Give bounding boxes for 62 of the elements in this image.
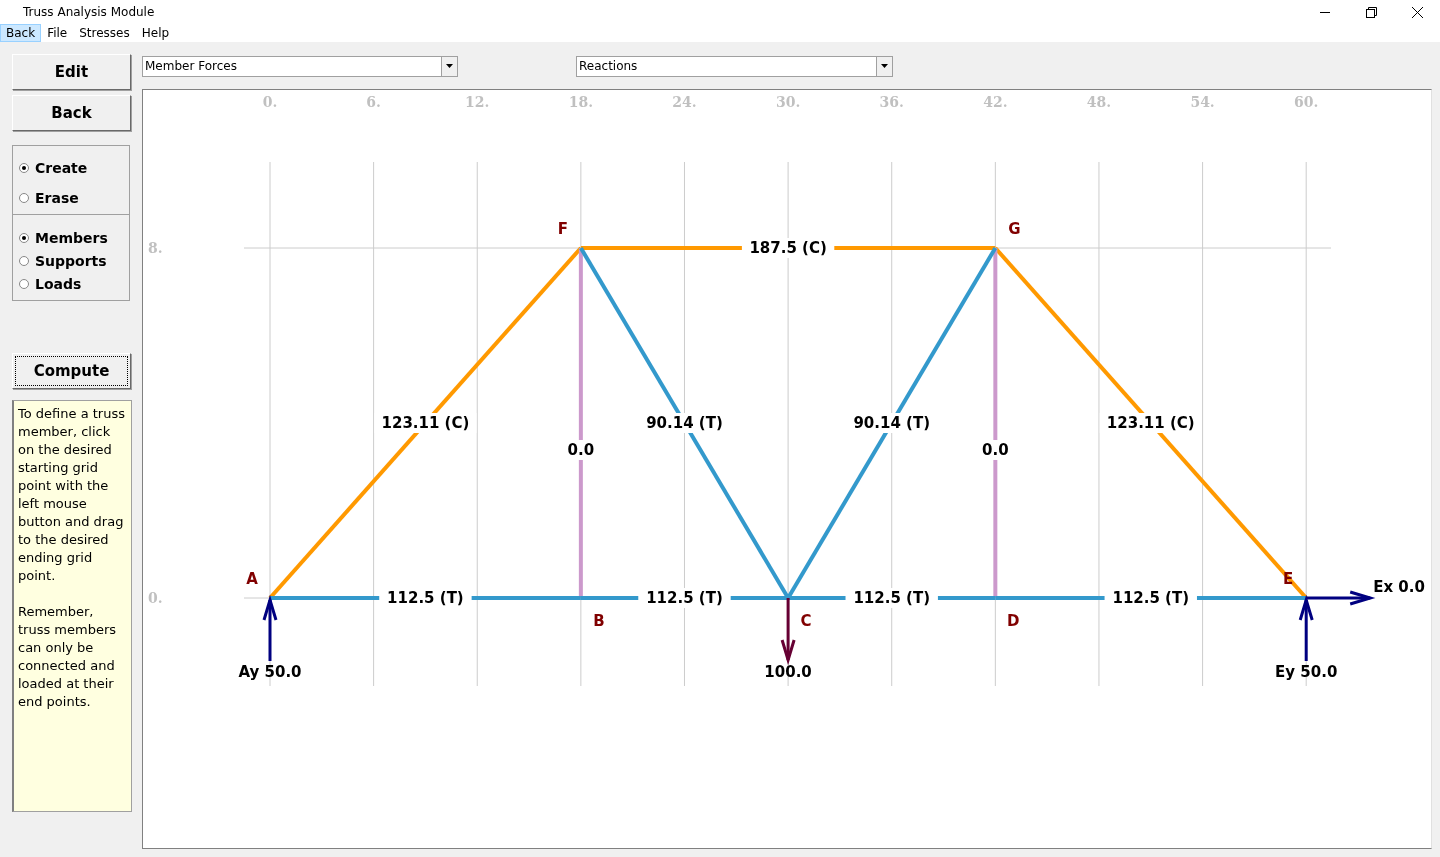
node-label: F bbox=[557, 220, 568, 238]
x-axis-tick-label: 48. bbox=[1086, 94, 1112, 110]
side-button[interactable]: Back bbox=[12, 95, 131, 131]
radio-button[interactable] bbox=[19, 279, 29, 289]
x-axis-tick-label: 6. bbox=[366, 94, 381, 110]
node-label: D bbox=[1007, 612, 1020, 630]
node-label: G bbox=[1008, 220, 1021, 238]
dropdown[interactable]: Reactions bbox=[576, 55, 893, 77]
radio-button[interactable] bbox=[19, 233, 29, 243]
member-force-label: 112.5 (T) bbox=[387, 589, 464, 607]
truss-canvas[interactable]: 0. 6. 12. 18. 24. 30. 36. 42. 48. 54. 60. 8. 0. 123.11 (C) 187.5 (C) 123.11 (C) 0.0 0.0 90.14 (T) 90.14 (T) 112.5 (T) 112.5 (T) 112.5 (T) 112.5 (T) A B C D E F G Ay 50.0 100.0 Ey 50.0 Ex 0.0 bbox=[142, 89, 1432, 849]
radio-option[interactable]: Supports bbox=[19, 253, 123, 269]
radio-button[interactable] bbox=[19, 193, 29, 203]
member-force-label: 90.14 (T) bbox=[646, 414, 723, 432]
help-text: To define a truss member, click on the desired starting grid point with the left mouse button and drag to the desired ending grid point. bbox=[18, 405, 126, 585]
x-axis-tick-label: 54. bbox=[1190, 94, 1215, 110]
member-force-label: 112.5 (T) bbox=[646, 589, 723, 607]
x-axis-tick-label: 0. bbox=[262, 94, 278, 110]
dropdown[interactable]: Member Forces bbox=[142, 55, 458, 77]
radio-option[interactable]: Members bbox=[19, 230, 123, 246]
x-axis-tick-label: 18. bbox=[568, 94, 594, 110]
radio-option[interactable]: Erase bbox=[19, 190, 123, 206]
side-button[interactable]: Edit bbox=[12, 54, 131, 90]
menu-item[interactable]: Help bbox=[135, 24, 176, 42]
member-force-label: 0.0 bbox=[567, 441, 595, 459]
radio-button[interactable] bbox=[19, 163, 29, 173]
reaction-label: Ex 0.0 bbox=[1373, 578, 1425, 596]
restore-icon bbox=[1365, 6, 1377, 18]
radio-option[interactable]: Create bbox=[19, 160, 123, 176]
member-force-label: 112.5 (T) bbox=[1112, 589, 1190, 607]
y-axis-tick-label: 8. bbox=[148, 240, 163, 256]
member-force-label: 90.14 (T) bbox=[853, 414, 931, 432]
menu-item[interactable]: Stresses bbox=[73, 24, 136, 42]
x-axis-tick-label: 36. bbox=[879, 94, 904, 110]
node-label: B bbox=[593, 612, 605, 630]
dropdown-arrow-icon bbox=[881, 64, 888, 68]
x-axis-tick-label: 42. bbox=[983, 94, 1008, 110]
x-axis-tick-label: 12. bbox=[465, 94, 490, 110]
dropdown-arrow-icon bbox=[446, 64, 453, 68]
window-title: Truss Analysis Module bbox=[23, 5, 155, 19]
x-axis-tick-label: 30. bbox=[775, 94, 801, 110]
x-axis-tick-label: 60. bbox=[1294, 94, 1319, 110]
load-label: 100.0 bbox=[764, 663, 812, 681]
node-label: A bbox=[246, 570, 258, 588]
member-force-label: 187.5 (C) bbox=[749, 239, 827, 257]
radio-option[interactable]: Loads bbox=[19, 276, 123, 292]
y-axis-tick-label: 0. bbox=[148, 590, 163, 606]
x-axis-tick-label: 24. bbox=[672, 94, 697, 110]
menu-item[interactable]: File bbox=[41, 24, 74, 42]
member-force-label: 112.5 (T) bbox=[853, 589, 931, 607]
menu-item[interactable]: Back bbox=[0, 24, 42, 42]
help-text: Remember, truss members can only be connected and loaded at their end points. bbox=[18, 603, 118, 711]
member-force-label: 123.11 (C) bbox=[381, 414, 470, 432]
close-icon bbox=[1411, 6, 1423, 18]
radio-button[interactable] bbox=[19, 256, 29, 266]
node-label: C bbox=[800, 612, 812, 630]
node-label: E bbox=[1283, 570, 1294, 588]
compute-button[interactable]: Compute bbox=[12, 353, 131, 389]
member-force-label: 0.0 bbox=[982, 441, 1009, 459]
member-force-label: 123.11 (C) bbox=[1106, 414, 1195, 432]
reaction-label: Ey 50.0 bbox=[1275, 663, 1338, 681]
reaction-label: Ay 50.0 bbox=[238, 663, 302, 681]
